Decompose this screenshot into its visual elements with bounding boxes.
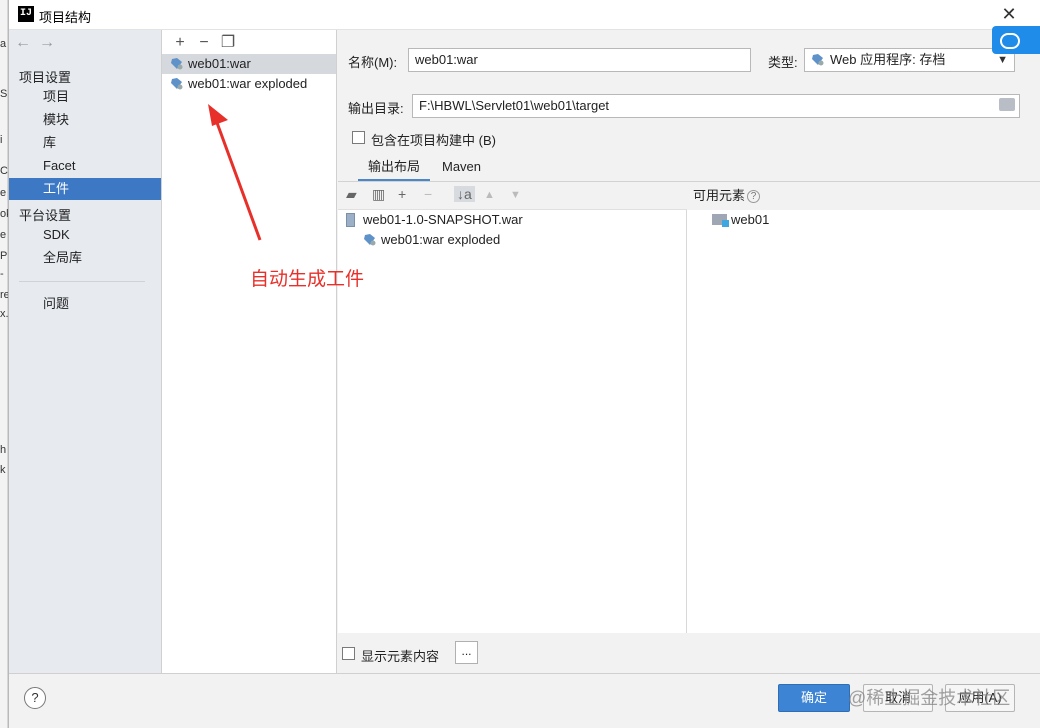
move-down-icon[interactable]: ▼ xyxy=(510,189,521,201)
sort-icon[interactable]: ↓a xyxy=(454,186,475,202)
tree-node-war[interactable]: web01-1.0-SNAPSHOT.war xyxy=(346,210,523,230)
nav-item-modules[interactable]: 模块 xyxy=(9,109,161,131)
close-icon[interactable]: ✕ xyxy=(999,4,1019,25)
tree-node-exploded[interactable]: web01:war exploded xyxy=(363,230,500,250)
output-layout-pane: ▰ ▥ + − ↓a ▲ ▼ web01-1.0-SNAPSHOT.war we… xyxy=(338,182,687,633)
watermark: @稀土掘金技术社区 xyxy=(848,688,1011,708)
artifact-label: web01:war exploded xyxy=(188,76,308,91)
nav-section-project-settings: 项目设置 xyxy=(19,70,72,85)
add-icon[interactable]: + xyxy=(168,34,192,52)
artifact-settings-panel: 名称(M): web01:war 类型: Web 应用程序: 存档 ▼ 输出目录… xyxy=(338,30,1040,673)
output-dir-label: 输出目录: xyxy=(348,101,404,116)
background-fragment: P xyxy=(0,250,8,262)
tab-output-layout[interactable]: 输出布局 xyxy=(358,156,431,182)
artifact-icon xyxy=(171,58,183,70)
title-bar: IJ 项目结构 ✕ xyxy=(9,0,1040,30)
back-arrow-icon[interactable]: ← xyxy=(15,34,39,51)
artifact-icon xyxy=(171,78,183,90)
available-elements-title: 可用元素 xyxy=(693,188,746,203)
name-label: 名称(M): xyxy=(348,55,398,70)
annotation-arrow xyxy=(208,104,262,241)
help-icon[interactable]: ? xyxy=(747,190,761,204)
background-fragment: e xyxy=(0,229,7,241)
intellij-icon: IJ xyxy=(18,6,34,22)
cloud-sync-icon[interactable] xyxy=(992,26,1040,54)
include-in-build-label: 包含在项目构建中 (B) xyxy=(371,133,496,148)
tab-maven[interactable]: Maven xyxy=(432,156,491,182)
browse-button[interactable]: ... xyxy=(455,641,478,664)
new-folder-icon[interactable]: ▰ xyxy=(346,186,357,203)
background-fragment: x. xyxy=(0,308,8,320)
nav-arrows: ←→ xyxy=(15,34,63,52)
nav-item-global-libraries[interactable]: 全局库 xyxy=(9,247,161,269)
include-in-build-checkbox[interactable] xyxy=(352,131,365,144)
background-fragment: re xyxy=(0,289,8,301)
tree-node-label: web01-1.0-SNAPSHOT.war xyxy=(363,212,523,227)
artifact-item[interactable]: web01:war xyxy=(162,54,336,74)
archive-icon[interactable]: ▥ xyxy=(372,186,385,203)
type-label: 类型: xyxy=(768,55,798,70)
add-icon[interactable]: + xyxy=(398,186,406,202)
archive-icon xyxy=(346,213,355,227)
nav-item-artifacts[interactable]: 工件 xyxy=(9,178,161,200)
project-structure-dialog: IJ 项目结构 ✕ ←→ 项目设置 项目 模块 库 Facet 工件 平台设置 … xyxy=(8,0,1040,728)
forward-arrow-icon[interactable]: → xyxy=(39,34,63,51)
move-up-icon[interactable]: ▲ xyxy=(484,189,495,201)
ok-button[interactable]: 确定 xyxy=(778,684,850,712)
background-fragment: ok xyxy=(0,208,8,220)
background-fragment: h xyxy=(0,444,7,456)
artifact-item[interactable]: web01:war exploded xyxy=(162,74,336,94)
nav-section-platform-settings: 平台设置 xyxy=(19,208,72,223)
artifact-toolbar: + − ❐ xyxy=(168,32,240,52)
remove-icon[interactable]: − xyxy=(192,34,216,52)
show-content-row: 显示元素内容 ... xyxy=(338,633,1040,673)
nav-item-libraries[interactable]: 库 xyxy=(9,132,161,154)
window-title: 项目结构 xyxy=(39,10,92,25)
web-artifact-icon xyxy=(812,54,824,66)
output-dir-value: F:\HBWL\Servlet01\web01\target xyxy=(419,98,610,113)
background-fragment: k xyxy=(0,464,6,476)
output-dir-field[interactable]: F:\HBWL\Servlet01\web01\target xyxy=(412,94,1020,118)
background-fragment: e xyxy=(0,187,7,199)
module-folder-icon xyxy=(712,214,729,227)
nav-divider xyxy=(19,281,145,282)
artifact-icon xyxy=(364,234,376,246)
available-elements-header: 可用元素? xyxy=(687,182,1040,210)
available-elements-pane: 可用元素? web01 xyxy=(687,182,1040,633)
name-field[interactable]: web01:war xyxy=(408,48,751,72)
background-fragment: S xyxy=(0,88,8,100)
nav-item-sdk[interactable]: SDK xyxy=(9,224,161,246)
background-fragment: C xyxy=(0,165,8,177)
type-select[interactable]: Web 应用程序: 存档 ▼ xyxy=(804,48,1015,72)
browse-folder-icon[interactable] xyxy=(999,98,1015,111)
background-fragment: a xyxy=(0,38,7,50)
type-select-value: Web 应用程序: 存档 xyxy=(830,52,946,67)
nav-item-facet[interactable]: Facet xyxy=(9,155,161,177)
copy-icon[interactable]: ❐ xyxy=(216,32,240,52)
settings-nav: ←→ 项目设置 项目 模块 库 Facet 工件 平台设置 SDK 全局库 问题 xyxy=(9,30,162,673)
tree-node-label: web01:war exploded xyxy=(381,232,501,247)
available-item-web01[interactable]: web01 xyxy=(712,210,769,230)
annotation-text: 自动生成工件 xyxy=(250,269,365,290)
background-fragment: i xyxy=(0,134,3,146)
background-window-strip: a S i C e ok e P - re x. h k xyxy=(0,0,8,728)
background-fragment: - xyxy=(0,268,4,280)
nav-item-problems[interactable]: 问题 xyxy=(9,293,161,315)
help-button[interactable]: ? xyxy=(24,687,46,709)
show-content-checkbox[interactable] xyxy=(342,647,355,660)
artifact-label: web01:war xyxy=(188,56,251,71)
show-content-label: 显示元素内容 xyxy=(361,649,440,664)
available-item-label: web01 xyxy=(731,212,770,227)
remove-icon[interactable]: − xyxy=(424,186,432,202)
output-layout-toolbar: ▰ ▥ + − ↓a ▲ ▼ xyxy=(338,182,687,210)
nav-item-project[interactable]: 项目 xyxy=(9,86,161,108)
